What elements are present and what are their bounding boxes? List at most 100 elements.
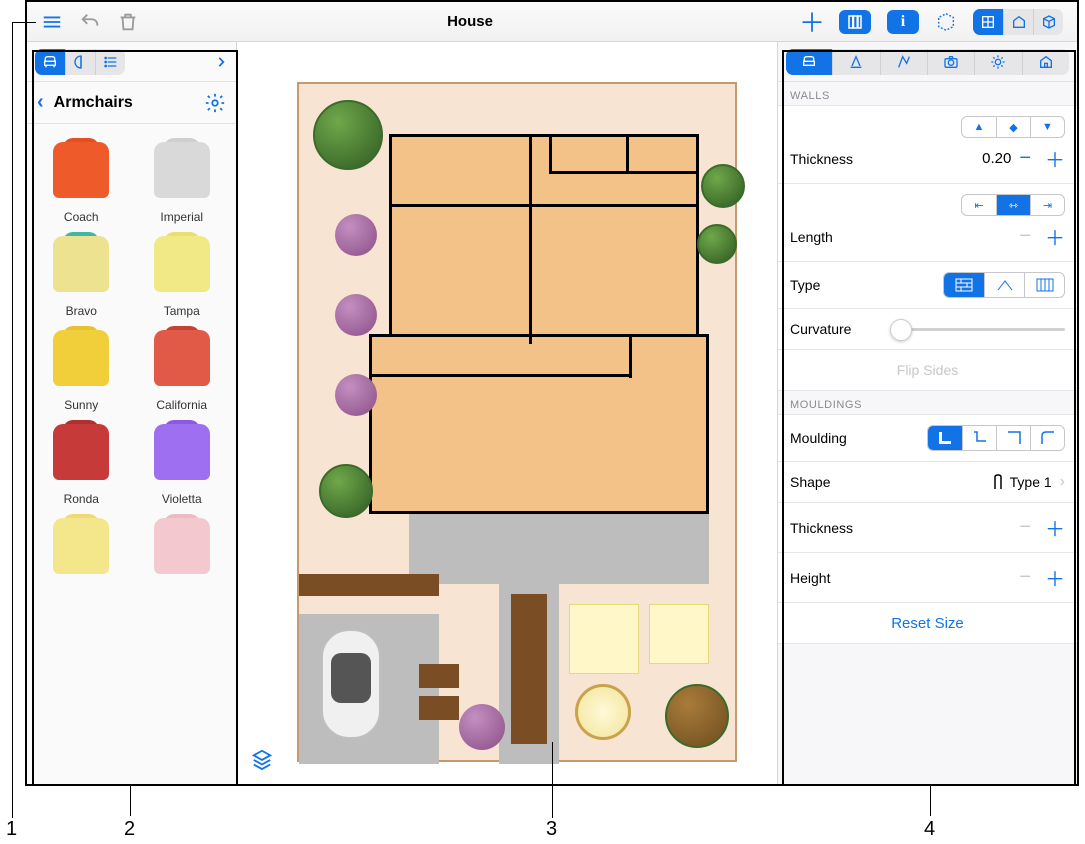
moulding-row: Moulding [778,414,1077,462]
callout-3: 3 [546,818,557,841]
shape-label: Shape [790,474,880,490]
library-item[interactable]: Coach [31,134,132,224]
library-item[interactable] [132,510,233,586]
inspector-tab-materials[interactable] [832,49,879,75]
anchor-left[interactable]: ⇤ [962,195,996,215]
length-anchor-segmented[interactable]: ⇤ ⇿ ⇥ [961,194,1065,216]
library-item[interactable]: Violetta [132,416,233,506]
height-plus[interactable]: ＋ [1045,563,1065,592]
back-icon[interactable]: ‹ [37,91,44,114]
library-item[interactable]: Tampa [132,228,233,318]
thickness-minus[interactable]: − [1019,147,1031,170]
thickness-plus[interactable]: ＋ [1045,144,1065,173]
wall-type-glass[interactable] [1024,273,1064,297]
inspector-mode-segmented[interactable] [786,49,1069,75]
chevron-right-icon: › [1060,473,1065,491]
layers-icon[interactable] [251,748,273,770]
library-panel: ‹ Armchairs CoachImperial BravoTampaSunny… [27,42,237,784]
shape-row[interactable]: Shape Type 1 › [778,461,1077,503]
library-item-label: Violetta [132,492,233,506]
m-thickness-minus[interactable]: − [1019,516,1031,539]
reset-size-button[interactable]: Reset Size [778,602,1077,644]
inspector-tab-object[interactable] [786,49,832,75]
moulding-profile[interactable] [1030,426,1064,450]
view-3d[interactable] [1033,9,1063,35]
length-minus[interactable]: − [1019,225,1031,248]
wall-type-brick[interactable] [944,273,984,297]
add-icon[interactable]: ＋ [801,11,823,33]
view-mode-segmented[interactable] [973,9,1063,35]
inspector-tab-light[interactable] [974,49,1021,75]
walls-header: WALLS [778,82,1077,106]
length-plus[interactable]: ＋ [1045,222,1065,251]
library-tab-furniture[interactable] [35,49,65,75]
inspector-tab-2d[interactable] [880,49,927,75]
library-item-label: Imperial [132,210,233,224]
align-top[interactable]: ▲ [962,117,996,137]
library-tabs [27,42,236,82]
flip-sides-button[interactable]: Flip Sides [778,349,1077,391]
m-thickness-plus[interactable]: ＋ [1045,513,1065,542]
inspector-panel: WALLS ▲ ◆ ▼ Thickness 0.20 −＋ [777,42,1077,784]
info-toggle[interactable]: i [887,10,919,34]
callout-line-4 [930,786,931,816]
curvature-slider[interactable] [890,328,1065,331]
library-item[interactable]: Bravo [31,228,132,318]
height-row: Height −＋ [778,552,1077,603]
chevron-right-icon[interactable] [214,51,228,73]
curvature-label: Curvature [790,321,880,337]
anchor-right[interactable]: ⇥ [1030,195,1064,215]
inspector-tab-camera[interactable] [927,49,974,75]
library-item[interactable]: Ronda [31,416,132,506]
library-category-header: ‹ Armchairs [27,82,236,124]
moulding-crown-left[interactable] [962,426,996,450]
thickness-row: ▲ ◆ ▼ Thickness 0.20 −＋ [778,105,1077,184]
align-center[interactable]: ◆ [996,117,1030,137]
library-item-label: Tampa [132,304,233,318]
inspector-tab-building[interactable] [1022,49,1069,75]
app-window: House ＋ i [25,0,1079,786]
shape-value: Type 1 [1010,474,1052,490]
callout-2: 2 [124,818,135,841]
trash-icon[interactable] [117,11,139,33]
library-tab-materials[interactable] [65,49,95,75]
view-2d[interactable] [973,9,1003,35]
thickness-label: Thickness [790,151,880,167]
library-item[interactable]: Imperial [132,134,233,224]
canvas[interactable] [237,42,777,784]
lot [297,82,737,762]
length-label: Length [790,229,880,245]
library-toggle[interactable] [839,10,871,34]
library-category-title: Armchairs [54,94,133,112]
thickness-value[interactable]: 0.20 [982,150,1011,167]
ar-icon[interactable] [935,11,957,33]
mouldings-header: MOULDINGS [778,391,1077,415]
wall-type-segmented[interactable] [943,272,1065,298]
callout-line-1v [12,22,13,818]
inspector-tabs [778,42,1077,82]
library-tab-list[interactable] [95,49,125,75]
moulding-crown-right[interactable] [996,426,1030,450]
view-elevation[interactable] [1003,9,1033,35]
moulding-base[interactable] [928,426,962,450]
gear-icon[interactable] [204,92,226,114]
anchor-center[interactable]: ⇿ [996,195,1030,215]
library-item[interactable]: Sunny [31,322,132,412]
library-item-label: Bravo [31,304,132,318]
library-item[interactable]: California [132,322,233,412]
library-item[interactable] [31,510,132,586]
reset-size-label: Reset Size [891,615,964,632]
align-bottom[interactable]: ▼ [1030,117,1064,137]
thickness-align-segmented[interactable]: ▲ ◆ ▼ [961,116,1065,138]
undo-icon[interactable] [79,11,101,33]
menu-icon[interactable] [41,11,63,33]
library-item-label: Coach [31,210,132,224]
wall-type-roof[interactable] [984,273,1024,297]
library-item-label: California [132,398,233,412]
type-label: Type [790,277,880,293]
moulding-type-segmented[interactable] [927,425,1065,451]
library-mode-segmented[interactable] [35,49,125,75]
height-minus[interactable]: − [1019,566,1031,589]
top-toolbar: House ＋ i [27,2,1077,42]
main-area: ‹ Armchairs CoachImperial BravoTampaSunny… [27,42,1077,784]
